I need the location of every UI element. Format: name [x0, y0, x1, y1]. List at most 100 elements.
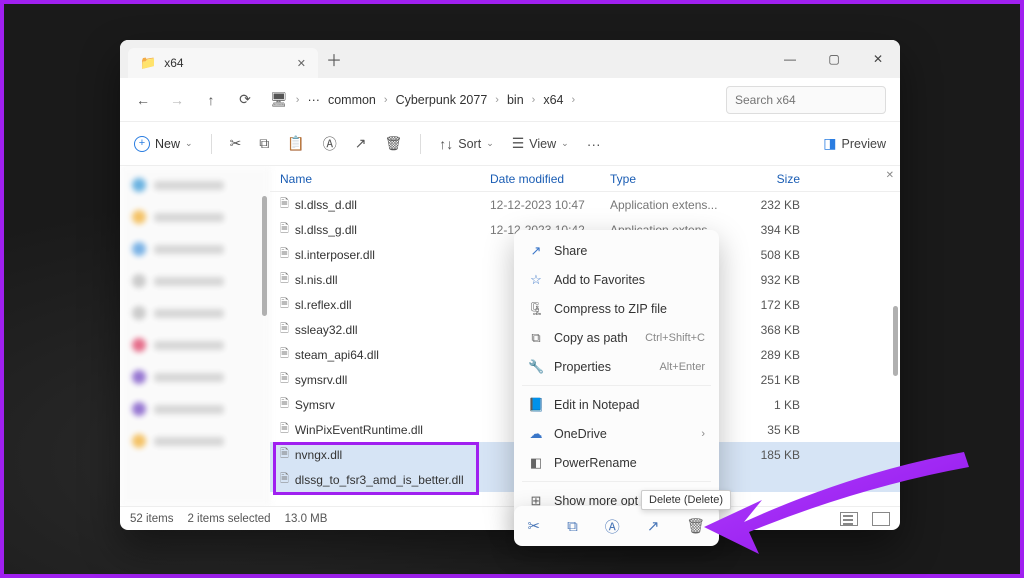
- folder-icon: 📁: [140, 55, 156, 71]
- cut-icon[interactable]: ✂: [528, 517, 541, 535]
- up-button[interactable]: ↑: [202, 92, 220, 108]
- crumb-common[interactable]: common: [328, 93, 376, 107]
- file-name: dlssg_to_fsr3_amd_is_better.dll: [295, 473, 464, 487]
- this-pc-icon[interactable]: 🖥: [270, 91, 288, 108]
- maximize-button[interactable]: ▢: [812, 40, 856, 78]
- ctx-favorites[interactable]: ☆ Add to Favorites: [514, 265, 719, 294]
- refresh-button[interactable]: ⟳: [236, 91, 254, 108]
- chevron-down-icon: ⌄: [185, 138, 193, 149]
- file-size: 35 KB: [730, 423, 800, 437]
- chevron-right-icon: ›: [532, 94, 536, 106]
- sidebar-dot-icon: [132, 242, 146, 256]
- file-date: 12-12-2023 10:47: [490, 198, 610, 212]
- sidebar-item[interactable]: [124, 270, 265, 292]
- chevron-right-icon: ›: [495, 94, 499, 106]
- breadcrumb[interactable]: 🖥 › ··· common › Cyberpunk 2077 › bin › …: [270, 91, 710, 108]
- wrench-icon: 🔧: [528, 359, 544, 375]
- titlebar: 📁 x64 ✕ ＋ — ▢ ✕: [120, 40, 900, 78]
- file-icon: 🗎: [280, 445, 289, 464]
- large-icons-view-icon[interactable]: [872, 512, 890, 526]
- status-bar: 52 items 2 items selected 13.0 MB: [120, 506, 900, 530]
- ctx-share[interactable]: ↗ Share: [514, 236, 719, 265]
- view-button[interactable]: ☰ View ⌄: [512, 135, 569, 152]
- file-name: WinPixEventRuntime.dll: [295, 423, 423, 437]
- crumb-bin[interactable]: bin: [507, 93, 524, 107]
- delete-icon[interactable]: 🗑: [384, 135, 402, 152]
- col-name[interactable]: Name: [280, 172, 490, 186]
- table-row[interactable]: 🗎sl.dlss_d.dll12-12-2023 10:47Applicatio…: [270, 192, 900, 217]
- ctx-props-shortcut: Alt+Enter: [659, 361, 705, 373]
- file-size: 932 KB: [730, 273, 800, 287]
- share-icon[interactable]: ↗: [647, 517, 660, 535]
- file-icon: 🗎: [280, 470, 289, 489]
- file-name: sl.dlss_d.dll: [295, 198, 357, 212]
- sidebar-item[interactable]: [124, 302, 265, 324]
- paste-icon[interactable]: 📋: [287, 135, 304, 152]
- copy-icon[interactable]: ⧉: [567, 518, 578, 535]
- file-name: steam_api64.dll: [295, 348, 379, 362]
- rename-icon[interactable]: Ⓐ: [605, 516, 620, 537]
- search-input[interactable]: [726, 86, 886, 114]
- new-button[interactable]: + New ⌄: [134, 136, 193, 152]
- col-size[interactable]: Size: [730, 172, 800, 186]
- sidebar-item[interactable]: [124, 366, 265, 388]
- powerrename-icon: ◧: [528, 455, 544, 471]
- ctx-onedrive-label: OneDrive: [554, 427, 607, 441]
- sidebar-item[interactable]: [124, 430, 265, 452]
- crumb-cyberpunk[interactable]: Cyberpunk 2077: [396, 93, 488, 107]
- close-preview-icon[interactable]: ✕: [886, 170, 894, 181]
- col-type[interactable]: Type: [610, 172, 730, 186]
- sidebar-item[interactable]: [124, 174, 265, 196]
- ctx-powerrename[interactable]: ◧ PowerRename: [514, 448, 719, 477]
- close-button[interactable]: ✕: [856, 40, 900, 78]
- sidebar-item-label: [154, 245, 224, 254]
- col-date[interactable]: Date modified: [490, 172, 610, 186]
- file-icon: 🗎: [280, 245, 289, 264]
- new-tab-button[interactable]: ＋: [326, 47, 342, 71]
- sort-icon: ↑↓: [439, 136, 453, 152]
- sidebar-item[interactable]: [124, 238, 265, 260]
- sidebar-item[interactable]: [124, 398, 265, 420]
- ctx-onedrive[interactable]: ☁ OneDrive ›: [514, 419, 719, 448]
- file-size: 185 KB: [730, 448, 800, 462]
- status-size: 13.0 MB: [285, 513, 328, 525]
- file-name: ssleay32.dll: [295, 323, 358, 337]
- chevron-right-icon: ›: [701, 428, 705, 440]
- status-selected: 2 items selected: [187, 513, 270, 525]
- ctx-properties[interactable]: 🔧 Properties Alt+Enter: [514, 352, 719, 381]
- sort-button[interactable]: ↑↓ Sort ⌄: [439, 136, 493, 152]
- ctx-copy-path[interactable]: ⧉ Copy as path Ctrl+Shift+C: [514, 323, 719, 352]
- crumb-x64[interactable]: x64: [543, 93, 563, 107]
- more-button[interactable]: ···: [587, 136, 601, 152]
- sidebar-item-label: [154, 309, 224, 318]
- close-tab-icon[interactable]: ✕: [297, 57, 306, 70]
- column-headers[interactable]: Name Date modified Type Size ✕: [270, 166, 900, 192]
- file-name: sl.reflex.dll: [295, 298, 352, 312]
- delete-icon[interactable]: 🗑: [686, 517, 705, 535]
- details-view-icon[interactable]: [840, 512, 858, 526]
- preview-button[interactable]: ◨ Preview: [823, 135, 886, 152]
- cut-icon[interactable]: ✂: [230, 135, 242, 152]
- rename-icon[interactable]: Ⓐ: [323, 134, 337, 154]
- copy-icon[interactable]: ⧉: [259, 135, 269, 152]
- file-icon: 🗎: [280, 395, 289, 414]
- crumb-overflow[interactable]: ···: [307, 93, 320, 107]
- share-icon[interactable]: ↗: [355, 135, 367, 152]
- nav-sidebar[interactable]: [120, 166, 270, 506]
- ctx-compress[interactable]: 🗜 Compress to ZIP file: [514, 294, 719, 323]
- navbar: ← → ↑ ⟳ 🖥 › ··· common › Cyberpunk 2077 …: [120, 78, 900, 122]
- tab-x64[interactable]: 📁 x64 ✕: [128, 48, 318, 78]
- ctx-copypath-shortcut: Ctrl+Shift+C: [645, 332, 705, 344]
- zip-icon: 🗜: [528, 301, 544, 317]
- minimize-button[interactable]: —: [768, 40, 812, 78]
- sidebar-item[interactable]: [124, 334, 265, 356]
- back-button[interactable]: ←: [134, 92, 152, 108]
- sidebar-item-label: [154, 437, 224, 446]
- scrollbar-thumb[interactable]: [893, 306, 898, 376]
- ctx-edit-notepad[interactable]: 📘 Edit in Notepad: [514, 390, 719, 419]
- window-controls: — ▢ ✕: [768, 40, 900, 78]
- scrollbar-thumb[interactable]: [262, 196, 267, 316]
- sidebar-item-label: [154, 277, 224, 286]
- forward-button[interactable]: →: [168, 92, 186, 108]
- sidebar-item[interactable]: [124, 206, 265, 228]
